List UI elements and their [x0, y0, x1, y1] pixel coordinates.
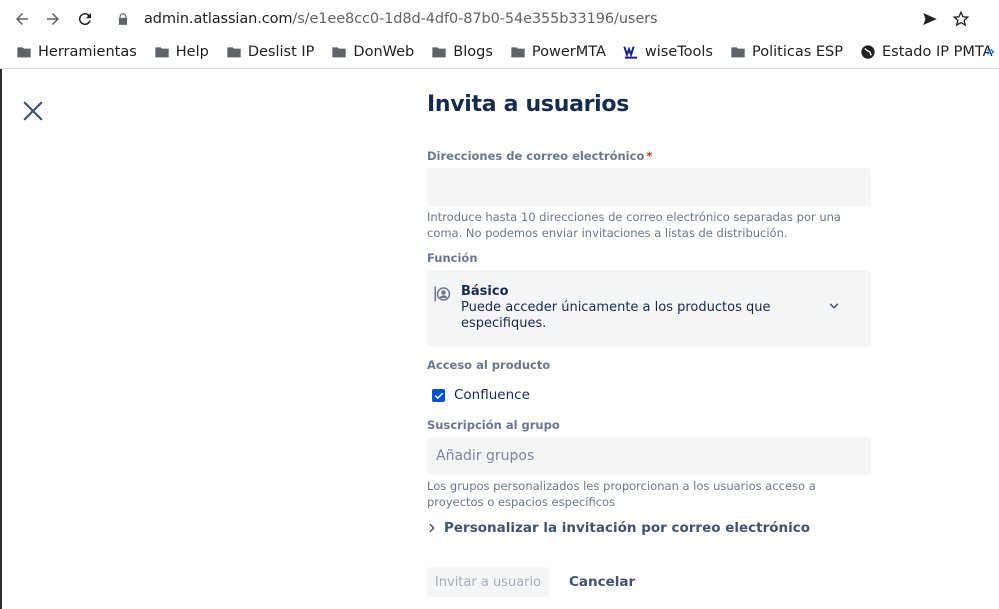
checkmark-icon [434, 392, 443, 399]
customize-invitation-label: Personalizar la invitación por correo el… [444, 520, 811, 536]
address-bar[interactable]: admin.atlassian.com/s/e1ee8cc0-1d8d-4df0… [108, 3, 978, 35]
reload-icon [78, 13, 91, 26]
lock-icon [118, 13, 128, 25]
reload-button[interactable] [73, 7, 97, 31]
folder-icon [155, 47, 169, 58]
folder-icon [227, 47, 241, 58]
send-button[interactable] [918, 7, 942, 31]
bookmark-label: Blogs [453, 44, 493, 60]
product-access-label: Acceso al producto [427, 358, 551, 372]
bookmark-label: Politicas ESP [751, 44, 843, 60]
star-icon [952, 10, 970, 27]
folder-icon [332, 47, 347, 58]
close-icon [23, 101, 43, 121]
folder-icon [511, 47, 525, 58]
bookmark-label: Help [175, 44, 209, 60]
forward-button[interactable] [41, 7, 65, 31]
folder-icon [731, 47, 745, 58]
bookmark-item[interactable]: Help [154, 44, 209, 60]
invite-user-button[interactable]: Invitar a usuario [427, 567, 549, 597]
bookmark-item[interactable]: wiseTools [623, 44, 713, 60]
bookmark-item[interactable]: Politicas ESP [730, 44, 843, 60]
bookmark-label: DonWeb [353, 44, 415, 60]
email-label: Direcciones de correo electrónico * [427, 149, 652, 163]
bookmarks-more-button[interactable]: » [986, 44, 995, 60]
required-mark: * [646, 149, 653, 163]
back-button[interactable] [10, 7, 34, 31]
role-label: Función [427, 251, 478, 265]
email-input[interactable] [427, 168, 871, 206]
bookmark-item[interactable]: Herramientas [16, 44, 137, 60]
url-text: admin.atlassian.com/s/e1ee8cc0-1d8d-4df0… [144, 11, 658, 27]
chevron-down-icon [829, 303, 839, 309]
groups-label: Suscripción al grupo [427, 418, 560, 432]
bookmark-item[interactable]: Blogs [431, 44, 493, 60]
bookmark-item[interactable]: PowerMTA [510, 44, 606, 60]
bookmark-item[interactable]: Deslist IP [226, 44, 315, 60]
browser-chrome: admin.atlassian.com/s/e1ee8cc0-1d8d-4df0… [0, 0, 999, 69]
bookmark-label: wiseTools [644, 44, 713, 60]
bookmark-item[interactable]: DonWeb [331, 44, 414, 60]
cancel-button[interactable]: Cancelar [559, 567, 645, 597]
user-role-icon [434, 286, 451, 302]
role-selected-title: Básico [461, 284, 509, 299]
url-path: /s/e1ee8cc0-1d8d-4df0-87b0-54e355b33196/… [292, 11, 658, 27]
folder-icon [432, 47, 446, 58]
chevron-right-icon [429, 523, 435, 533]
email-help-text: Introduce hasta 10 direcciones de correo… [427, 210, 841, 240]
close-button[interactable] [18, 96, 48, 126]
bookmarks-bar: Herramientas Help Deslist IP DonWeb Blogs Pow… [0, 38, 999, 66]
browser-toolbar: admin.atlassian.com/s/e1ee8cc0-1d8d-4df0… [0, 0, 999, 38]
customize-invitation-toggle[interactable]: Personalizar la invitación por correo el… [427, 520, 810, 536]
groups-input[interactable] [427, 437, 871, 475]
bookmark-label: Herramientas [38, 44, 137, 60]
bookmark-item[interactable]: Estado IP PMTA [860, 44, 993, 60]
confluence-label[interactable]: Confluence [454, 387, 530, 403]
bookmark-star-button[interactable] [949, 7, 973, 31]
send-icon [923, 13, 937, 25]
arrow-left-icon [16, 13, 28, 25]
role-select[interactable]: Básico Puede acceder únicamente a los pr… [427, 270, 871, 347]
url-host: admin.atlassian.com [144, 11, 293, 27]
bookmark-label: Estado IP PMTA [882, 44, 993, 60]
globe-icon [861, 45, 875, 59]
bookmark-label: PowerMTA [531, 44, 606, 60]
wisetools-icon [623, 46, 637, 59]
folder-icon [17, 47, 31, 58]
confluence-checkbox[interactable] [432, 389, 445, 402]
email-label-text: Direcciones de correo electrónico [427, 149, 645, 163]
arrow-right-icon [47, 13, 59, 25]
role-selected-description: Puede acceder únicamente a los productos… [461, 300, 771, 331]
bookmark-label: Deslist IP [247, 44, 315, 60]
groups-help-text: Los grupos personalizados les proporcion… [427, 479, 816, 509]
page-title: Invita a usuarios [427, 92, 630, 117]
window-edge [0, 69, 2, 609]
